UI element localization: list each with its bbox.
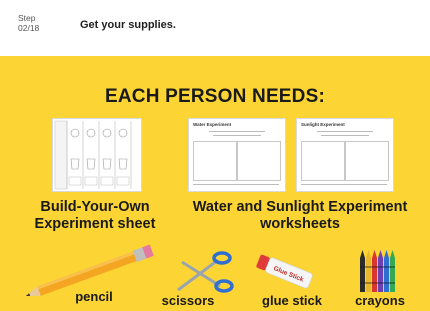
worksheet-box	[345, 141, 389, 181]
step-label: Step	[18, 13, 36, 23]
worksheet-line	[301, 184, 387, 185]
lesson-slide: Step 02/18 Get your supplies. EACH PERSO…	[0, 0, 430, 311]
sheet-grid-graphic	[54, 120, 132, 190]
pencil-label: pencil	[75, 289, 113, 304]
worksheet-line	[213, 135, 261, 136]
step-counter: Step 02/18	[18, 13, 39, 33]
water-worksheet-title: Water Experiment	[193, 122, 232, 127]
glue-stick-label: glue stick	[262, 293, 322, 308]
panel-title: EACH PERSON NEEDS:	[104, 86, 326, 107]
worksheet-box	[237, 141, 281, 181]
worksheet-line	[321, 135, 369, 136]
build-your-own-label: Build-Your-Own Experiment sheet	[34, 199, 156, 232]
worksheet-line	[193, 184, 279, 185]
worksheet-line	[317, 131, 373, 132]
sunlight-worksheet-title: Sunlight Experiment	[301, 122, 345, 127]
sunlight-worksheet-preview: Sunlight Experiment	[296, 118, 394, 192]
water-worksheet-preview: Water Experiment	[188, 118, 286, 192]
scissors-label: scissors	[161, 293, 215, 308]
worksheet-box	[301, 141, 345, 181]
step-instruction: Get your supplies.	[80, 19, 176, 31]
scissors-icon	[177, 251, 234, 293]
step-number: 02/18	[18, 23, 40, 33]
worksheet-line	[209, 131, 265, 132]
crayons-label: crayons	[355, 293, 405, 308]
build-your-own-sheet-preview	[52, 118, 142, 192]
worksheets-label: Water and Sunlight Experiment worksheets	[192, 199, 408, 232]
glue-stick-icon: Glue Stick	[256, 254, 313, 289]
crayons-icon	[360, 250, 395, 292]
step-header: Step 02/18 Get your supplies.	[0, 0, 430, 56]
worksheet-box	[193, 141, 237, 181]
